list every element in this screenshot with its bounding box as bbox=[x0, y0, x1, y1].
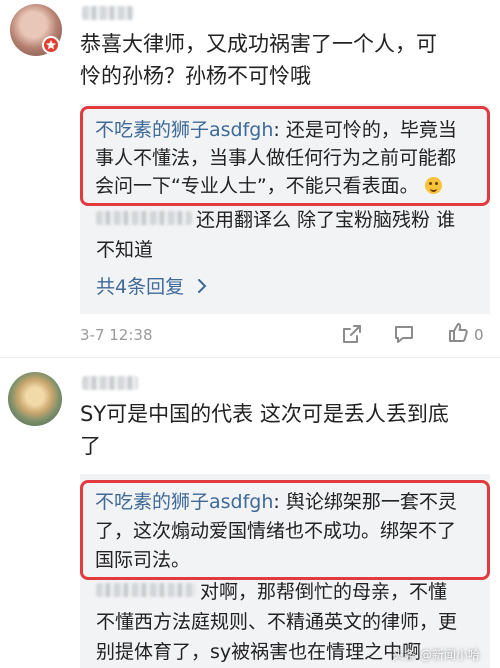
watermark: 头条 @新闻小哈 bbox=[392, 648, 480, 662]
reply-2-b-line2: 不懂西方法庭规则、不精通英文的律师，更 bbox=[96, 611, 458, 633]
username-1[interactable] bbox=[82, 6, 134, 20]
emoji-icon bbox=[424, 177, 442, 194]
reply-author-name[interactable]: 不吃素的狮子asdfgh bbox=[95, 491, 273, 513]
reply-author-blurred-2[interactable] bbox=[96, 583, 196, 597]
chevron-right-icon bbox=[198, 279, 207, 293]
comment-icon[interactable] bbox=[392, 322, 416, 346]
like-icon[interactable] bbox=[446, 321, 470, 345]
share-icon[interactable] bbox=[340, 322, 364, 346]
reply-1-b: 还用翻译么 除了宝粉脑残粉 谁 bbox=[196, 209, 456, 231]
comment-2-text: SY可是中国的代表 这次可是丢人丢到底 了 bbox=[80, 402, 449, 458]
like-count: 0 bbox=[474, 326, 484, 344]
username-2[interactable] bbox=[82, 376, 138, 390]
reply-1-b-continued: 不知道 bbox=[96, 239, 154, 261]
comment-1-text: 恭喜大律师，又成功祸害了一个人，可 怜的孙杨？孙杨不可怜哦 bbox=[80, 32, 437, 88]
more-replies-link[interactable]: 共4条回复 bbox=[96, 272, 208, 299]
divider bbox=[0, 357, 500, 358]
timestamp-1: 3-7 12:38 bbox=[80, 326, 153, 344]
verified-badge-icon bbox=[42, 36, 60, 54]
reply-author-blurred-1[interactable] bbox=[96, 211, 192, 225]
user-avatar-2[interactable] bbox=[8, 372, 62, 426]
reply-author-name[interactable]: 不吃素的狮子asdfgh bbox=[95, 119, 273, 141]
reply-2-b: 对啊，那帮倒忙的母亲，不懂 bbox=[200, 581, 448, 603]
highlighted-reply-1[interactable]: 不吃素的狮子asdfgh: 还是可怜的，毕竟当 事人不懂法，当事人做任何行为之前… bbox=[80, 106, 490, 206]
highlighted-reply-2[interactable]: 不吃素的狮子asdfgh: 舆论绑架那一套不灵 了，这次煽动爱国情绪也不成功。绑… bbox=[80, 480, 490, 580]
